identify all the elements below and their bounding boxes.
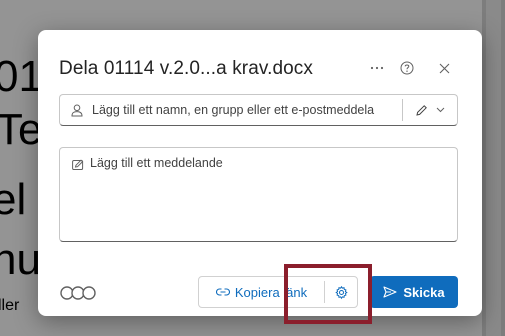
copy-link-label: Kopiera länk (234, 284, 308, 300)
more-icon (370, 66, 384, 70)
message-icon (72, 158, 85, 176)
send-button[interactable]: Skicka (370, 276, 458, 308)
copy-link-button[interactable]: Kopiera länk (199, 277, 324, 307)
send-icon (383, 286, 397, 298)
pencil-icon (416, 104, 427, 116)
help-button[interactable] (396, 58, 418, 78)
divider (402, 99, 403, 121)
link-icon (215, 288, 230, 296)
permission-dropdown[interactable] (415, 98, 445, 122)
more-options-button[interactable] (366, 58, 388, 78)
share-dialog: Dela 01114 v.2.0...a krav.docx Lägg till… (38, 30, 482, 316)
message-box (59, 147, 458, 242)
background-side-panel (482, 0, 505, 336)
close-button[interactable] (433, 58, 455, 78)
chevron-down-icon (436, 107, 445, 113)
person-icon (64, 104, 90, 117)
copy-link-group: Kopiera länk (198, 276, 358, 308)
dialog-title: Dela 01114 v.2.0...a krav.docx (59, 58, 314, 79)
shared-with-avatars[interactable] (60, 286, 100, 305)
message-input[interactable] (90, 156, 450, 236)
people-input[interactable] (92, 96, 398, 124)
link-settings-button[interactable] (325, 277, 357, 307)
people-picker (59, 94, 458, 126)
people-group-icon (60, 286, 96, 300)
close-icon (439, 63, 449, 73)
help-icon (400, 61, 414, 75)
gear-icon (334, 285, 348, 299)
send-label: Skicka (403, 284, 445, 300)
